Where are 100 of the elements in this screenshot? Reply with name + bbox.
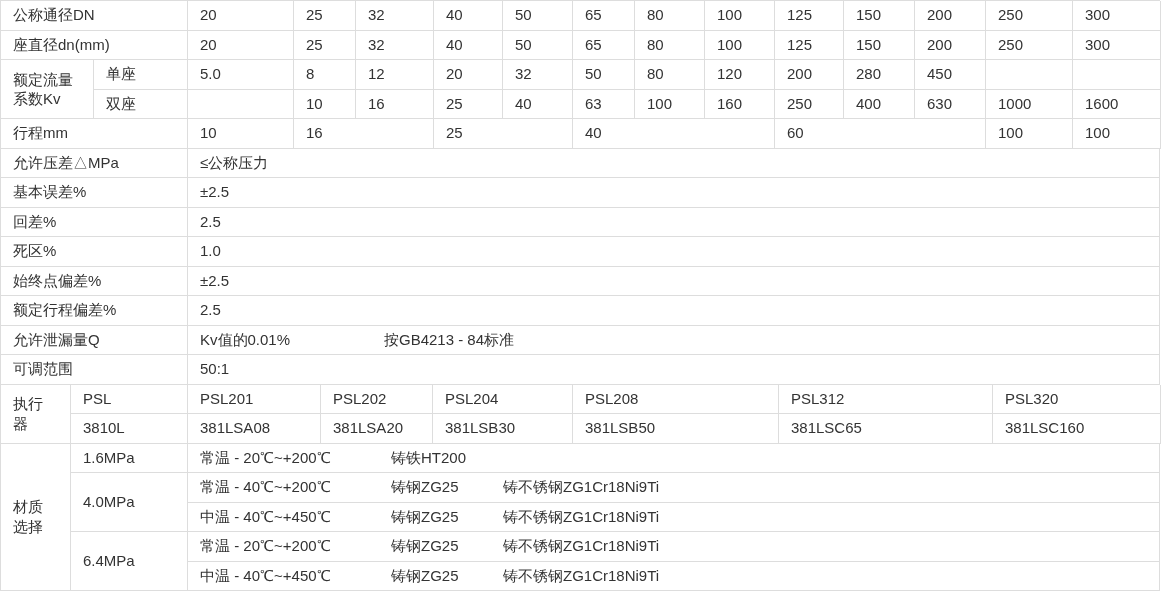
table-cell: 25	[434, 89, 503, 119]
cell-text: 铸钢ZG25	[391, 506, 460, 527]
table-cell: 80	[635, 30, 705, 60]
table-cell: 双座	[94, 89, 188, 119]
table-cell: PSL312	[779, 384, 993, 414]
table-cell: 10	[188, 119, 294, 149]
cell-text: 铸不锈钢ZG1Cr18Ni9Ti	[503, 506, 661, 527]
cell-text: 常温 - 40℃~+200℃	[200, 477, 332, 497]
table-cell: 150	[844, 1, 915, 31]
cell-text: 常温 - 20℃~+200℃	[200, 447, 332, 468]
table-cell: 1.6MPa	[71, 443, 188, 473]
table-cell: 1.0	[188, 237, 1160, 267]
table-cell: 始终点偏差%	[1, 266, 188, 296]
table-cell: 25	[294, 1, 356, 31]
table-cell: 20	[188, 1, 294, 31]
table-cell: PSL	[71, 384, 188, 414]
table-cell: 300	[1073, 1, 1161, 31]
table-cell: 100	[986, 119, 1073, 149]
cell-text: 铸钢ZG25	[391, 565, 460, 586]
cell-text: 铸不锈钢ZG1Cr18Ni9Ti	[503, 536, 661, 556]
table-cell: 280	[844, 60, 915, 90]
table-cell: 80	[635, 1, 705, 31]
table-cell: 65	[573, 1, 635, 31]
table-cell: 材质选择	[1, 443, 71, 591]
table-cell: PSL201	[188, 384, 321, 414]
table-cell: PSL208	[573, 384, 779, 414]
table-cell: 250	[986, 1, 1073, 31]
table-cell: ≤公称压力	[188, 148, 1160, 178]
table-cell: 行程mm	[1, 119, 188, 149]
table-cell: 座直径dn(mm)	[1, 30, 188, 60]
table-cell: 执行器	[1, 384, 71, 444]
table-cell: 死区%	[1, 237, 188, 267]
table-cell: 32	[356, 1, 434, 31]
table-cell: 160	[705, 89, 775, 119]
table-cell: 250	[986, 30, 1073, 60]
table-cell: 60	[775, 119, 986, 149]
table-cell: 381LSB50	[573, 414, 779, 444]
table-cell: ±2.5	[188, 178, 1160, 208]
table-cell: 1600	[1073, 89, 1161, 119]
table-cell: PSL204	[433, 384, 573, 414]
table-cell: 200	[915, 1, 986, 31]
table-cell: 6.4MPa	[71, 532, 188, 591]
table-cell: 100	[1073, 119, 1161, 149]
table-cell: 公称通径DN	[1, 1, 188, 31]
table-cell: 可调范围	[1, 355, 188, 385]
table-cell: 12	[356, 60, 434, 90]
table-cell: 16	[356, 89, 434, 119]
table-cell: 50	[573, 60, 635, 90]
table-cell: 1000	[986, 89, 1073, 119]
table-cell: 基本误差%	[1, 178, 188, 208]
cell-text: 铸钢ZG25	[391, 477, 460, 497]
table-cell: 允许压差△MPa	[1, 148, 188, 178]
cell-text: Kv值的0.01%	[200, 329, 292, 350]
table-cell: 150	[844, 30, 915, 60]
table-cell: 63	[573, 89, 635, 119]
table-cell: 100	[705, 30, 775, 60]
table-cell: 5.0	[188, 60, 294, 90]
table-cell: 80	[635, 60, 705, 90]
table-cell: 200	[915, 30, 986, 60]
table-cell: 630	[915, 89, 986, 119]
table-cell: 381LSA08	[188, 414, 321, 444]
table-cell: 400	[844, 89, 915, 119]
cell-text: 中温 - 40℃~+450℃	[200, 506, 332, 527]
table-cell: 32	[356, 30, 434, 60]
table-cell: 25	[294, 30, 356, 60]
table-cell: 2.5	[188, 296, 1160, 326]
table-cell: 50	[503, 30, 573, 60]
table-cell: 381LSA20	[321, 414, 433, 444]
table-cell: 20	[434, 60, 503, 90]
table-cell: 250	[775, 89, 844, 119]
table-cell: 额定流量系数Kv	[1, 60, 94, 119]
table-cell: 额定行程偏差%	[1, 296, 188, 326]
table-cell: 3810L	[71, 414, 188, 444]
table-cell: 381LSB30	[433, 414, 573, 444]
table-cell: 100	[635, 89, 705, 119]
table-cell: ±2.5	[188, 266, 1160, 296]
cell-text: 按GB4213 - 84标准	[384, 329, 516, 350]
table-cell: 回差%	[1, 207, 188, 237]
table-cell: 40	[434, 1, 503, 31]
table-cell: 50	[503, 1, 573, 31]
table-cell: PSL202	[321, 384, 433, 414]
table-cell: 50:1	[188, 355, 1160, 385]
cell-text: 铸铁HT200	[391, 447, 468, 468]
table-cell: 65	[573, 30, 635, 60]
table-cell: 20	[188, 30, 294, 60]
table-cell: 120	[705, 60, 775, 90]
table-cell: 40	[434, 30, 503, 60]
table-cell: 40	[503, 89, 573, 119]
table-cell: PSL320	[993, 384, 1161, 414]
table-cell: 32	[503, 60, 573, 90]
table-cell: 450	[915, 60, 986, 90]
cell-text: 中温 - 40℃~+450℃	[200, 565, 332, 586]
table-cell: 2.5	[188, 207, 1160, 237]
table-cell: 200	[775, 60, 844, 90]
cell-text: 铸不锈钢ZG1Cr18Ni9Ti	[503, 477, 661, 497]
table-cell: 单座	[94, 60, 188, 90]
table-cell: 381LSC65	[779, 414, 993, 444]
table-cell: 16	[294, 119, 434, 149]
table-cell: 300	[1073, 30, 1161, 60]
table-cell: 125	[775, 1, 844, 31]
